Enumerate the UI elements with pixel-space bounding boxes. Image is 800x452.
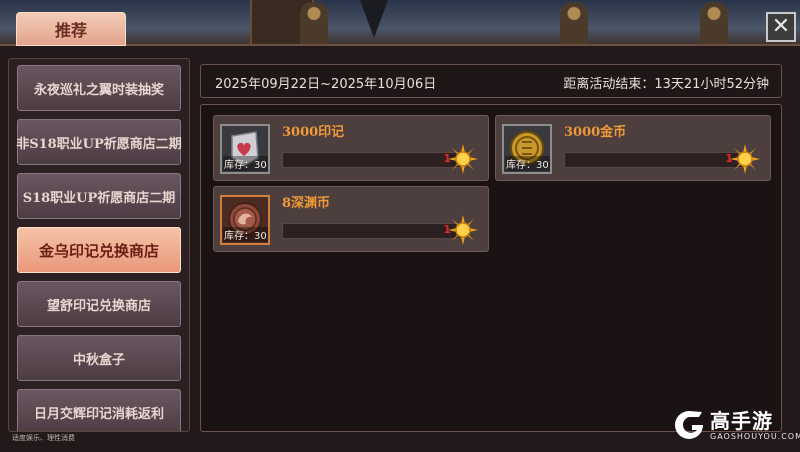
sun-token-icon[interactable] [448,144,478,174]
abyss-coin-icon[interactable]: 库存：30 [220,195,270,245]
reward-name: 3000印记 [282,125,345,140]
sidebar-item-s18-wish-shop[interactable]: S18职业UP祈愿商店二期 [17,173,181,219]
reward-name: 8深渊币 [282,196,331,211]
sidebar[interactable]: 永夜巡礼之翼时装抽奖 非S18职业UP祈愿商店二期 S18职业UP祈愿商店二期 … [8,58,190,432]
quantity-bar: 1 [564,152,744,168]
reward-grid: 库存：30 3000印记 1 库存：30 3000金币 1 库存：30 8深渊币… [200,104,782,432]
sun-token-icon[interactable] [730,144,760,174]
gaoshouyou-logo-icon [675,411,703,439]
gold-coin-icon[interactable]: 库存：30 [502,124,552,174]
sidebar-item-non-s18-wish-shop[interactable]: 非S18职业UP祈愿商店二期 [16,119,182,165]
knight-figure [560,2,588,48]
sun-token-icon[interactable] [448,215,478,245]
close-button[interactable]: ✕ [766,12,796,42]
quantity-bar: 1 [282,152,462,168]
sidebar-item-sun-moon-rebate[interactable]: 日月交辉印记消耗返利 [17,389,181,431]
quantity-bar: 1 [282,223,462,239]
reward-card[interactable]: 库存：30 3000金币 1 [495,115,771,181]
watermark-en: GAOSHOUYOU.COM [710,431,800,441]
sidebar-item-wangshu-shop[interactable]: 望舒印记兑换商店 [17,281,181,327]
stock-label: 库存：30 [223,156,268,171]
tab-recommend[interactable]: 推荐 [16,12,126,46]
banner-flag [360,0,388,38]
watermark-cn: 高手游 [710,408,773,433]
knight-figure [300,2,328,48]
health-notice: 适度娱乐、理性消费 [12,434,75,442]
sidebar-item-mid-autumn-box[interactable]: 中秋盒子 [17,335,181,381]
reward-card[interactable]: 库存：30 3000印记 1 [213,115,489,181]
stock-label: 库存：30 [505,156,550,171]
reward-name: 3000金币 [564,125,627,140]
sidebar-item-golden-crow-shop[interactable]: 金乌印记兑换商店 [17,227,181,273]
knight-figure [700,2,728,48]
watermark-logo: 高手游 GAOSHOUYOU.COM [672,408,800,442]
event-date-range: 2025年09月22日~2025年10月06日 [215,77,437,92]
reward-card[interactable]: 库存：30 8深渊币 1 [213,186,489,252]
heart-seal-icon[interactable]: 库存：30 [220,124,270,174]
close-icon: ✕ [771,14,791,39]
stock-label: 库存：30 [223,227,268,242]
event-countdown: 距离活动结束：13天21小时52分钟 [563,77,769,92]
sidebar-item-nightwing-lottery[interactable]: 永夜巡礼之翼时装抽奖 [17,65,181,111]
event-info-bar: 2025年09月22日~2025年10月06日 距离活动结束：13天21小时52… [200,64,782,98]
